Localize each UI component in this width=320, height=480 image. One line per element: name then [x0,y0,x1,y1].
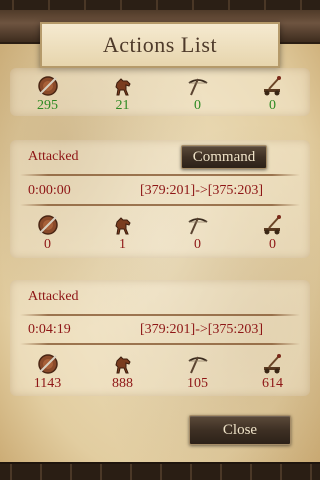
horse-icon [114,78,131,96]
action-2-catapult-cell: 614 [235,350,310,394]
title-plate: Actions List [40,22,280,68]
action-1-route: [379:201]->[375:203] [140,183,263,198]
summary-horse-count: 21 [115,98,130,113]
action-2-divider-bottom [20,343,300,345]
action-1-horse-count: 1 [119,237,126,252]
summary-horse-cell: 21 [85,72,160,116]
page-title: Actions List [102,32,218,57]
summary-crossbow-count: 0 [194,98,201,113]
crossbow-icon [188,217,207,235]
warrior-shield-icon [37,354,58,374]
close-button-label: Close [222,421,258,438]
crossbow-icon [188,78,207,96]
crossbow-icon [188,356,207,374]
action-2-time: 0:04:19 [28,322,71,337]
action-1-warrior-cell: 0 [10,211,85,255]
close-button[interactable]: Close [189,415,291,445]
action-1-catapult-count: 0 [269,237,276,252]
action-1-status: Attacked [28,149,79,164]
action-2-divider-top [20,314,300,316]
horse-icon [114,217,131,235]
action-2-crossbow-count: 105 [187,376,208,391]
summary-catapult-count: 0 [269,98,276,113]
summary-catapult-cell: 0 [235,72,310,116]
summary-warrior-count: 295 [37,98,58,113]
action-2-crossbow-cell: 105 [160,350,235,394]
action-1-horse-cell: 1 [85,211,160,255]
summary-unit-row: 295 21 0 0 [10,72,310,116]
action-2-route: [379:201]->[375:203] [140,322,263,337]
catapult-icon [263,215,281,235]
action-2-catapult-count: 614 [262,376,283,391]
horse-icon [114,356,131,374]
summary-panel: 295 21 0 0 [10,68,310,116]
warrior-shield-icon [37,76,58,96]
action-2-warrior-cell: 1143 [10,350,85,394]
action-1-divider-top [20,174,300,176]
action-2-unit-row: 1143 888 105 614 [10,350,310,394]
action-1-time: 0:00:00 [28,183,71,198]
command-button[interactable]: Command [181,145,267,169]
action-2-status: Attacked [28,289,79,304]
summary-warrior-cell: 295 [10,72,85,116]
catapult-icon [263,76,281,96]
action-2-horse-count: 888 [112,376,133,391]
action-2-horse-cell: 888 [85,350,160,394]
action-1-crossbow-count: 0 [194,237,201,252]
action-1-divider-bottom [20,204,300,206]
action-2-warrior-count: 1143 [33,376,62,391]
action-1-catapult-cell: 0 [235,211,310,255]
command-button-label: Command [192,148,256,165]
action-1-warrior-count: 0 [44,237,51,252]
catapult-icon [263,354,281,374]
action-1-crossbow-cell: 0 [160,211,235,255]
action-1-unit-row: 0 1 0 0 [10,211,310,255]
bottom-wood-frame [0,462,320,480]
summary-crossbow-cell: 0 [160,72,235,116]
warrior-shield-icon [37,215,58,235]
